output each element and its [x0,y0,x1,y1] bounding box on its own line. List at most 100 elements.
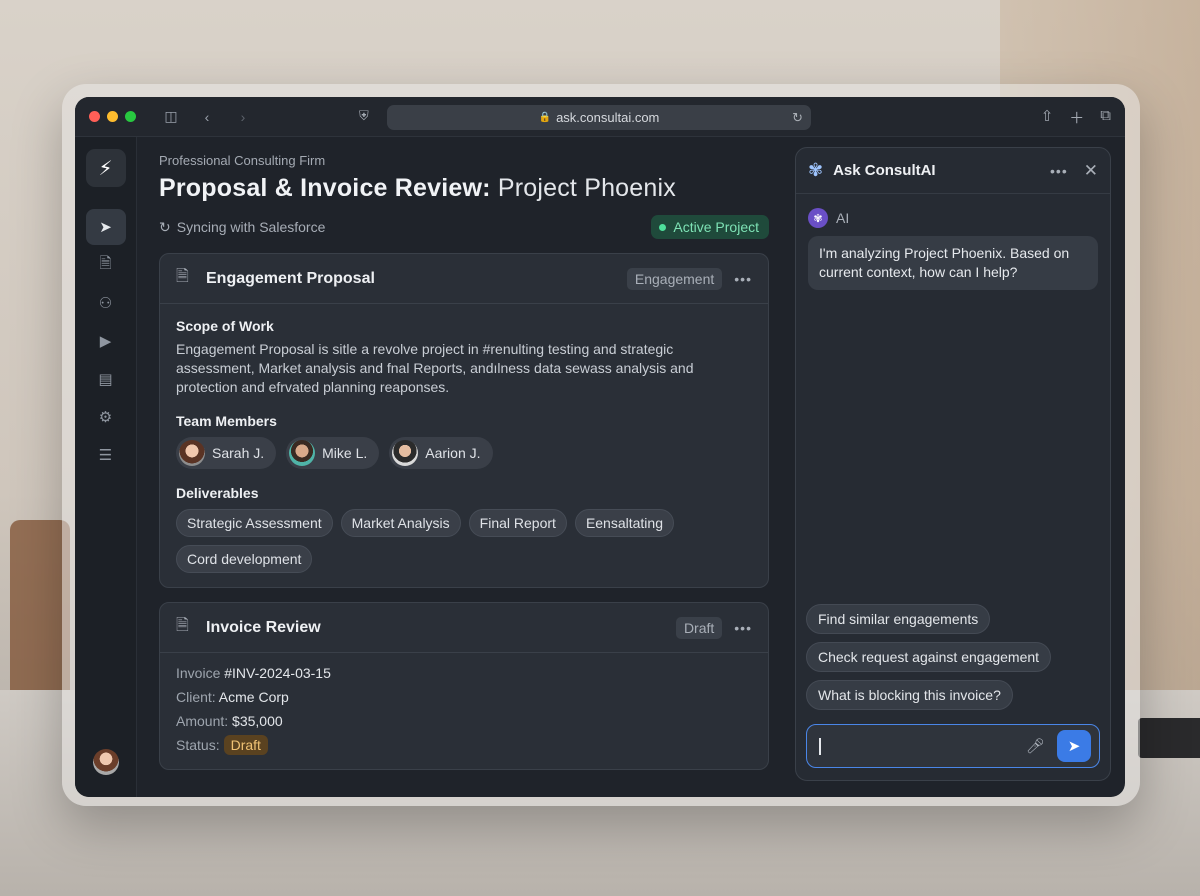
amount-row: Amount: $35,000 [176,709,752,733]
deliverable-chip[interactable]: Strategic Assessment [176,509,333,537]
reload-icon[interactable]: ↻ [792,110,803,126]
window-controls [89,111,136,122]
share-icon[interactable]: ⇧ [1041,107,1054,128]
deliverable-chip[interactable]: Cord development [176,545,313,573]
member-chip[interactable]: Sarah J. [176,437,277,469]
status-row-invoice: Status: Draft [176,733,752,757]
suggestion-chip[interactable]: Find similar engagements [806,604,991,634]
scope-text: Engagement Proposal is sitle a revolve p… [176,341,694,395]
app-logo-bolt-icon[interactable]: ⚡︎ [85,149,126,187]
message-input[interactable] [824,738,1026,754]
page-title-project: Project Phoenix [490,174,676,202]
video-nav-icon[interactable]: ▶ [86,323,126,359]
background-chair [10,520,70,700]
app-body: ⚡︎ ➤ 🗎︎ ⚇ ▶ ▤ ⚙ ☰ Professional Consultin… [75,137,1125,797]
amount-value: $35,000 [228,713,283,729]
deliverable-chip[interactable]: Market Analysis [340,509,461,537]
invoice-card-body: Invoice #INV-2024-03-15 Client: Acme Cor… [160,653,768,769]
proposal-card-title: Engagement Proposal [206,269,375,287]
active-project-badge: Active Project [651,215,769,239]
suggestion-chip[interactable]: Check request against engagement [806,642,1052,672]
proposal-tag: Engagement [626,267,723,290]
send-button[interactable]: ➤ [1057,730,1091,762]
assistant-sender: ✾ AI [796,194,1110,228]
invoice-more-icon[interactable]: ••• [734,620,752,636]
status-label: Status: [176,737,220,753]
document-icon: 🗎︎ [176,617,189,634]
assistant-message: I'm analyzing Project Phoenix. Based on … [808,236,1098,290]
browser-window: ◫ ‹ › ⛨ 🔒 ask.consultai.com ↻ ⇧ ＋ ⧉ ⚡︎ ➤… [75,97,1125,797]
document-nav-icon[interactable]: 🗎︎ [86,247,126,283]
proposal-card-header: 🗎︎ Engagement Proposal Engagement ••• [160,254,768,304]
sync-icon: ↻ [159,218,171,235]
member-avatar [392,440,419,466]
assistant-title: Ask ConsultAI [833,162,936,179]
suggestion-list: Find similar engagements Check request a… [796,604,1110,710]
suggestion-chip[interactable]: What is blocking this invoice? [806,680,1013,710]
browser-titlebar: ◫ ‹ › ⛨ 🔒 ask.consultai.com ↻ ⇧ ＋ ⧉ [75,97,1125,137]
maximize-window-button[interactable] [125,111,136,122]
active-project-label: Active Project [673,219,759,235]
deliverables-list: Strategic Assessment Market Analysis Fin… [176,509,752,573]
shield-icon[interactable]: ⛨ [359,108,369,124]
address-bar[interactable]: 🔒 ask.consultai.com ↻ [387,105,811,130]
team-members-list: Sarah J. Mike L. Aarion J. [176,437,752,469]
send-nav-icon[interactable]: ➤ [85,209,126,245]
user-avatar[interactable] [93,749,119,775]
back-icon[interactable]: ‹ [198,109,216,125]
background-laptop [1138,718,1200,758]
microphone-icon[interactable]: 🎤︎ [1026,737,1045,755]
tabs-overview-icon[interactable]: ⧉ [1100,107,1111,128]
proposal-more-icon[interactable]: ••• [734,271,752,287]
member-name: Aarion J. [425,445,481,461]
invoice-tag: Draft [675,616,723,639]
sync-status: ↻ Syncing with Salesforce [159,219,325,236]
browser-actions: ⇧ ＋ ⧉ [1041,107,1111,128]
page-title-bold: Proposal & Invoice Review: [159,174,491,202]
close-window-button[interactable] [89,111,100,122]
board-nav-icon[interactable]: ▤ [86,361,126,397]
consultai-logo-icon: ✾ [808,160,824,180]
amount-label: Amount: [176,713,229,729]
assistant-sender-name: AI [836,210,850,226]
member-name: Mike L. [322,445,368,461]
sidebar-toggle-icon[interactable]: ◫ [162,108,180,125]
client-value: Acme Corp [215,689,289,705]
invoice-number-row: Invoice #INV-2024-03-15 [176,661,752,685]
invoice-card-header: 🗎︎ Invoice Review Draft ••• [160,603,768,653]
deliverable-chip[interactable]: Eensaltating [574,509,674,537]
assistant-header: ✾ Ask ConsultAI ••• ✕ [796,148,1110,194]
close-icon[interactable]: ✕ [1084,161,1098,181]
text-caret [819,737,821,755]
sync-status-text: Syncing with Salesforce [176,219,326,235]
status-badge: Draft [223,735,268,755]
client-label: Client: [176,689,216,705]
ai-avatar-icon: ✾ [808,208,828,228]
invoice-card-title: Invoice Review [206,618,321,636]
invoice-number-value: #INV-2024-03-15 [220,665,331,681]
active-dot-icon [659,223,667,231]
team-nav-icon[interactable]: ⚇ [86,285,126,321]
assistant-more-icon[interactable]: ••• [1050,163,1068,179]
app-sidebar: ⚡︎ ➤ 🗎︎ ⚇ ▶ ▤ ⚙ ☰ [75,137,137,797]
team-heading: Team Members [176,413,277,429]
document-icon: 🗎︎ [176,268,189,285]
proposal-card-body: Scope of Work Engagement Proposal is sit… [160,304,768,587]
member-chip[interactable]: Mike L. [286,437,380,469]
list-nav-icon[interactable]: ☰ [86,437,126,473]
scope-heading: Scope of Work [176,318,274,334]
lock-icon: 🔒 [538,112,552,123]
status-row: ↻ Syncing with Salesforce Active Project [159,215,769,239]
settings-gear-icon[interactable]: ⚙ [86,399,126,435]
new-tab-icon[interactable]: ＋ [1069,107,1084,128]
url-text: ask.consultai.com [556,110,660,125]
member-avatar [289,440,316,466]
member-chip[interactable]: Aarion J. [389,437,493,469]
forward-icon[interactable]: › [234,109,252,125]
member-avatar [179,440,205,466]
member-name: Sarah J. [212,445,265,461]
invoice-number-label: Invoice [176,665,221,681]
minimize-window-button[interactable] [107,111,118,122]
deliverables-heading: Deliverables [176,485,259,501]
deliverable-chip[interactable]: Final Report [468,509,567,537]
